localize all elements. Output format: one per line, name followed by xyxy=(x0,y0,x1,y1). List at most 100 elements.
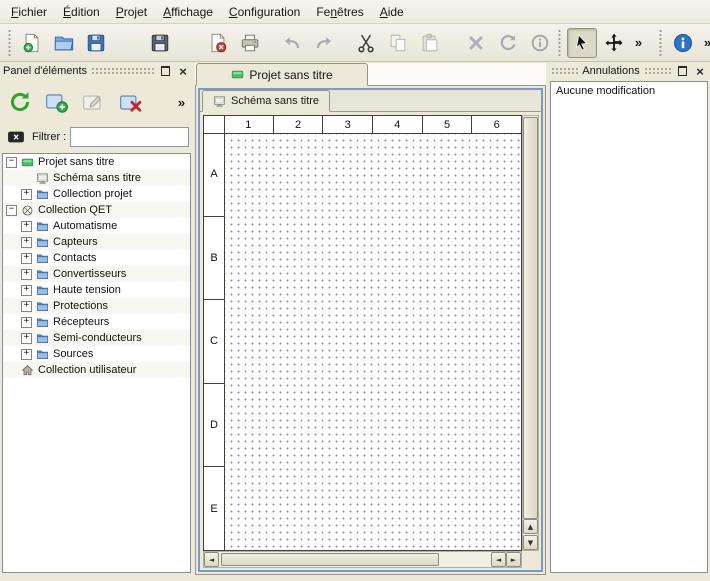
about-qet-button[interactable] xyxy=(668,28,698,58)
dock-grip[interactable] xyxy=(551,67,578,75)
tree-item-sources[interactable]: +Sources xyxy=(3,346,190,362)
tree-item-collection-utilisateur[interactable]: Collection utilisateur xyxy=(3,362,190,378)
new-document-button[interactable] xyxy=(17,28,47,58)
menu-projet[interactable]: Projet xyxy=(108,2,155,22)
vertical-scrollbar-thumb[interactable] xyxy=(523,117,538,519)
open-document-button[interactable] xyxy=(49,28,79,58)
close-file-button[interactable] xyxy=(203,28,233,58)
horizontal-scrollbar-thumb[interactable] xyxy=(221,553,439,566)
vertical-scrollbar[interactable]: ▲ ▼ xyxy=(522,115,539,551)
tree-item-haute-tension[interactable]: +Haute tension xyxy=(3,282,190,298)
tab-schema[interactable]: Schéma sans titre xyxy=(202,90,330,112)
elements-panel-titlebar[interactable]: Panel d'éléments × xyxy=(0,63,193,79)
toolbar-overflow-2-button[interactable]: » xyxy=(700,28,710,58)
copy-button[interactable] xyxy=(383,28,413,58)
expand-icon[interactable]: + xyxy=(21,301,32,312)
save-all-button[interactable] xyxy=(145,28,175,58)
expand-icon[interactable]: + xyxy=(21,221,32,232)
save-as-button[interactable] xyxy=(113,28,143,58)
edit-element-button[interactable] xyxy=(78,86,110,118)
float-dock-button[interactable] xyxy=(675,64,689,78)
tree-item-semi-conducteurs[interactable]: +Semi-conducteurs xyxy=(3,330,190,346)
row-label-e: E xyxy=(204,467,224,550)
tree-item-convertisseurs[interactable]: +Convertisseurs xyxy=(3,266,190,282)
expand-icon[interactable]: + xyxy=(21,253,32,264)
tree-item-collection-qet[interactable]: −Collection QET xyxy=(3,202,190,218)
toolbar-grip[interactable] xyxy=(658,30,663,56)
row-label-d: D xyxy=(204,384,224,468)
scroll-left-button-2[interactable]: ◄ xyxy=(491,552,506,567)
filter-row: Filtrer : xyxy=(0,125,193,151)
dock-grip[interactable] xyxy=(644,67,671,75)
menu-configuration[interactable]: Configuration xyxy=(221,2,308,22)
menu-edition[interactable]: Édition xyxy=(55,2,108,22)
float-dock-button[interactable] xyxy=(158,64,172,78)
scroll-down-button[interactable]: ▼ xyxy=(523,535,538,550)
pan-mode-button[interactable] xyxy=(599,28,629,58)
folder-icon xyxy=(36,236,49,249)
undo-dock-titlebar[interactable]: Annulations × xyxy=(548,63,710,79)
scroll-up-button[interactable]: ▲ xyxy=(523,519,538,534)
rotate-button[interactable] xyxy=(493,28,523,58)
menu-fichier[interactable]: Fichier xyxy=(3,2,55,22)
print-button[interactable] xyxy=(235,28,265,58)
expand-icon[interactable]: + xyxy=(21,349,32,360)
expand-icon[interactable]: + xyxy=(21,317,32,328)
schema-icon xyxy=(36,172,49,185)
tree-item-capteurs[interactable]: +Capteurs xyxy=(3,234,190,250)
reload-collections-button[interactable] xyxy=(4,86,36,118)
expand-icon[interactable]: + xyxy=(21,269,32,280)
save-button[interactable] xyxy=(81,28,111,58)
expand-icon[interactable]: + xyxy=(21,189,32,200)
tab-project[interactable]: Projet sans titre xyxy=(196,63,368,86)
menu-aide[interactable]: Aide xyxy=(372,2,412,22)
new-element-button[interactable] xyxy=(41,86,73,118)
tab-project-label: Projet sans titre xyxy=(249,68,332,82)
folder-icon xyxy=(36,284,49,297)
close-dock-button[interactable]: × xyxy=(176,64,190,78)
filter-input[interactable] xyxy=(70,127,189,147)
dock-grip[interactable] xyxy=(91,67,154,75)
diagram-subwindow: Schéma sans titre 123456 ABCDE ▲ ▼ xyxy=(198,88,543,572)
clear-filter-button[interactable] xyxy=(4,127,28,147)
undo-icon xyxy=(281,32,303,54)
menu-fenetres[interactable]: Fenêtres xyxy=(308,2,371,22)
select-mode-button[interactable] xyxy=(567,28,597,58)
cut-button[interactable] xyxy=(351,28,381,58)
grid-row-header: ABCDE xyxy=(204,133,225,550)
delete-element-button[interactable] xyxy=(115,86,147,118)
info-button[interactable] xyxy=(525,28,555,58)
menu-affichage[interactable]: Affichage xyxy=(155,2,221,22)
expand-icon[interactable]: + xyxy=(21,285,32,296)
tree-item-label: Récepteurs xyxy=(53,316,109,328)
tree-item-recepteurs[interactable]: + Récepteurs xyxy=(3,314,190,330)
collapse-icon[interactable]: − xyxy=(6,157,17,168)
box-edit-icon xyxy=(81,89,107,115)
expand-icon[interactable]: + xyxy=(21,333,32,344)
delete-button[interactable] xyxy=(461,28,491,58)
close-dock-button[interactable]: × xyxy=(693,64,707,78)
tree-item-collection-projet[interactable]: +Collection projet xyxy=(3,186,190,202)
tree-item-automatisme[interactable]: +Automatisme xyxy=(3,218,190,234)
redo-button[interactable] xyxy=(309,28,339,58)
collapse-icon[interactable]: − xyxy=(6,205,17,216)
toolbar-grip[interactable] xyxy=(557,30,562,56)
scissors-icon xyxy=(355,32,377,54)
tree-item-schema-sans-titre[interactable]: Schéma sans titre xyxy=(3,170,190,186)
toolbar-overflow-button[interactable]: » xyxy=(631,28,646,58)
paste-button[interactable] xyxy=(415,28,445,58)
toolbar-grip[interactable] xyxy=(7,30,12,56)
tree-item-contacts[interactable]: +Contacts xyxy=(3,250,190,266)
scroll-right-button[interactable]: ► xyxy=(506,552,521,567)
diagram-canvas[interactable]: 123456 ABCDE xyxy=(203,115,522,551)
horizontal-scrollbar[interactable]: ◄ ◄ ► xyxy=(203,551,522,568)
scroll-left-button[interactable]: ◄ xyxy=(204,552,219,567)
expand-icon[interactable]: + xyxy=(21,237,32,248)
panel-overflow-button[interactable]: » xyxy=(174,86,189,118)
undo-list-item[interactable]: Aucune modification xyxy=(553,84,705,98)
printer-icon xyxy=(239,32,261,54)
undo-button[interactable] xyxy=(277,28,307,58)
tree-item-label: Protections xyxy=(53,300,108,312)
tree-item-protections[interactable]: + Protections xyxy=(3,298,190,314)
tree-item-projet-sans-titre[interactable]: −Projet sans titre xyxy=(3,154,190,170)
